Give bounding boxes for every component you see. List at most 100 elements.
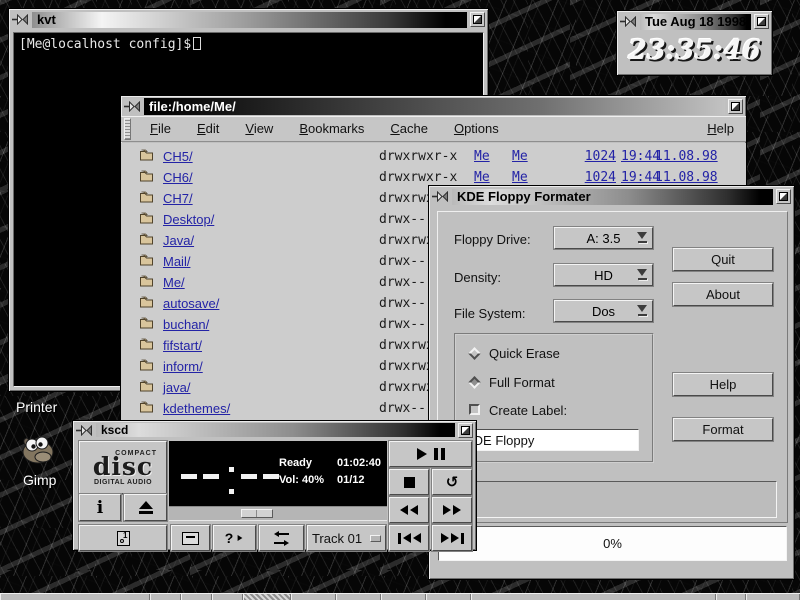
maximize-icon[interactable] xyxy=(470,12,485,27)
track-selector-dropdown[interactable]: Track 01 xyxy=(307,525,386,551)
taskbar-strip[interactable] xyxy=(0,593,800,600)
folder-link[interactable]: Mail/ xyxy=(163,254,190,269)
folder-link[interactable]: Java/ xyxy=(163,233,194,248)
info-button[interactable]: i xyxy=(79,494,121,521)
fast-forward-button[interactable] xyxy=(432,497,472,523)
maximize-icon[interactable] xyxy=(458,423,473,438)
kfm-titlebar[interactable]: file:/home/Me/ xyxy=(121,96,746,116)
folder-link[interactable]: fifstart/ xyxy=(163,338,202,353)
sticky-pin-icon[interactable] xyxy=(620,16,637,27)
menu-item[interactable]: View xyxy=(232,121,286,136)
sticky-pin-icon[interactable] xyxy=(124,101,141,112)
create-label-label[interactable]: Create Label: xyxy=(489,403,567,418)
sticky-pin-icon[interactable] xyxy=(76,425,93,436)
maximize-icon[interactable] xyxy=(728,99,743,114)
clock-titlebar[interactable]: Tue Aug 18 1998 xyxy=(617,11,772,31)
sticky-pin-icon[interactable] xyxy=(432,191,449,202)
drive-dropdown[interactable]: A: 3.5 xyxy=(554,227,653,249)
volume-slider-track[interactable] xyxy=(169,506,387,521)
folder-icon[interactable] xyxy=(139,400,154,419)
folder-icon[interactable] xyxy=(139,253,154,272)
about-button[interactable]: About xyxy=(673,283,773,306)
menu-item-help[interactable]: Help xyxy=(695,121,746,136)
sticky-pin-icon[interactable] xyxy=(12,14,29,25)
gimp-wilber-icon[interactable] xyxy=(19,431,57,467)
date-link[interactable]: 11.08.98 xyxy=(655,170,718,185)
volume-label-input[interactable]: KDE Floppy xyxy=(456,429,639,451)
lcd-display: Ready 01:02:40 Vol: 40% 01/12 xyxy=(169,441,387,506)
context-help-button[interactable]: ? xyxy=(213,525,256,551)
full-format-label[interactable]: Full Format xyxy=(489,375,555,390)
folder-link[interactable]: inform/ xyxy=(163,359,203,374)
next-track-button[interactable] xyxy=(432,525,472,551)
play-pause-button[interactable] xyxy=(389,441,472,467)
loop-button[interactable]: ↺ xyxy=(432,469,472,495)
folder-icon[interactable] xyxy=(139,358,154,377)
folder-link[interactable]: buchan/ xyxy=(163,317,209,332)
clock-date-title: Tue Aug 18 1998 xyxy=(640,14,751,30)
clock-window: Tue Aug 18 1998 23:35:46 xyxy=(616,10,773,76)
menu-item[interactable]: Cache xyxy=(377,121,441,136)
folder-icon[interactable] xyxy=(139,148,154,167)
rewind-button[interactable] xyxy=(389,497,429,523)
maximize-icon[interactable] xyxy=(776,189,791,204)
cddb-button[interactable]: 1 xyxy=(79,525,167,551)
folder-icon[interactable] xyxy=(139,379,154,398)
gimp-icon-label[interactable]: Gimp xyxy=(23,472,56,488)
menu-item[interactable]: Bookmarks xyxy=(286,121,377,136)
drive-label: Floppy Drive: xyxy=(454,232,531,247)
folder-link[interactable]: CH5/ xyxy=(163,149,193,164)
folder-icon[interactable] xyxy=(139,211,154,230)
playlist-icon xyxy=(274,531,289,546)
folder-icon[interactable] xyxy=(139,169,154,188)
filesystem-dropdown[interactable]: Dos xyxy=(554,300,653,322)
play-icon xyxy=(417,448,427,460)
volume-slider-handle[interactable] xyxy=(241,509,273,518)
folder-link[interactable]: Desktop/ xyxy=(163,212,214,227)
folder-link[interactable]: CH7/ xyxy=(163,191,193,206)
maximize-icon[interactable] xyxy=(754,14,769,29)
date-link[interactable]: 11.08.98 xyxy=(655,149,718,164)
group-link[interactable]: Me xyxy=(512,149,528,164)
group-link[interactable]: Me xyxy=(512,170,528,185)
folder-icon[interactable] xyxy=(139,190,154,209)
kvt-titlebar[interactable]: kvt xyxy=(9,9,488,29)
playlist-button[interactable] xyxy=(259,525,304,551)
density-dropdown[interactable]: HD xyxy=(554,264,653,286)
folder-link[interactable]: CH6/ xyxy=(163,170,193,185)
folder-link[interactable]: java/ xyxy=(163,380,190,395)
folder-icon[interactable] xyxy=(139,337,154,356)
quick-erase-label[interactable]: Quick Erase xyxy=(489,346,560,361)
folder-link[interactable]: Me/ xyxy=(163,275,185,290)
menu-item[interactable]: File xyxy=(137,121,184,136)
menubar-drag-handle[interactable] xyxy=(124,118,131,140)
help-button[interactable]: Help xyxy=(673,373,773,396)
eject-icon xyxy=(139,501,153,514)
kscd-titlebar[interactable]: kscd xyxy=(73,421,476,439)
folder-icon[interactable] xyxy=(139,295,154,314)
cd-logo-button[interactable]: COMPACT disc DIGITAL AUDIO xyxy=(79,441,167,494)
printer-icon-label[interactable]: Printer xyxy=(16,399,57,415)
folder-icon[interactable] xyxy=(139,316,154,335)
stop-button[interactable] xyxy=(389,469,429,495)
folder-icon[interactable] xyxy=(139,232,154,251)
owner-link[interactable]: Me xyxy=(474,149,490,164)
taskbar-hatch-segment[interactable] xyxy=(243,594,291,600)
size-link[interactable]: 1024 xyxy=(561,149,616,164)
format-button[interactable]: Format xyxy=(673,418,773,441)
question-icon: ? xyxy=(225,530,234,546)
previous-track-button[interactable] xyxy=(389,525,429,551)
create-label-checkbox[interactable] xyxy=(469,404,480,415)
owner-link[interactable]: Me xyxy=(474,170,490,185)
menu-item[interactable]: Options xyxy=(441,121,512,136)
window-title: KDE Floppy Formater xyxy=(452,189,773,205)
quit-button[interactable]: Quit xyxy=(673,248,773,271)
size-link[interactable]: 1024 xyxy=(561,170,616,185)
eject-button[interactable] xyxy=(124,494,167,521)
menu-item[interactable]: Edit xyxy=(184,121,232,136)
floppy-titlebar[interactable]: KDE Floppy Formater xyxy=(429,186,794,206)
folder-link[interactable]: autosave/ xyxy=(163,296,219,311)
dock-button[interactable] xyxy=(171,525,210,551)
folder-icon[interactable] xyxy=(139,274,154,293)
folder-link[interactable]: kdethemes/ xyxy=(163,401,230,416)
